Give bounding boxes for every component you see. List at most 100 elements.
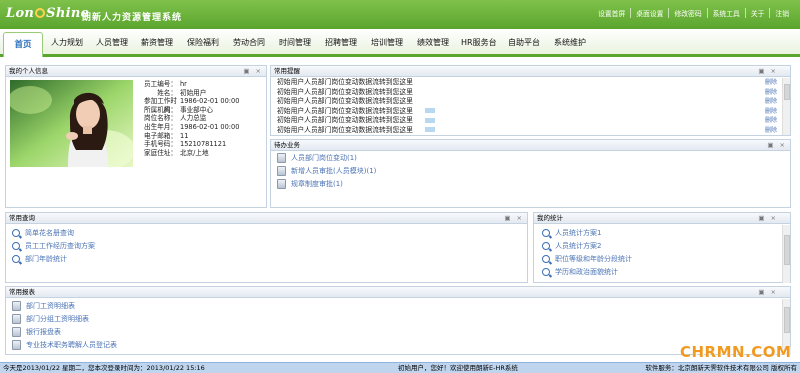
document-icon: [12, 314, 21, 324]
link-system-tools[interactable]: 系统工具: [706, 8, 745, 18]
panel-controls[interactable]: ▣ ×: [767, 141, 787, 149]
app-title: 朗新人力资源管理系统: [82, 13, 183, 23]
tab-time[interactable]: 时间管理: [279, 37, 311, 48]
logo: Lon Shine: [6, 6, 90, 21]
top-links: 设置首屏 桌面设置 修改密码 系统工具 关于 注销: [593, 8, 794, 18]
watermark: CHRMN.COM: [680, 343, 792, 361]
panel-controls[interactable]: ▣ ×: [243, 67, 263, 75]
search-icon: [12, 242, 20, 250]
search-icon: [12, 255, 20, 263]
field-name: 姓名： 初始用户: [157, 88, 207, 97]
search-icon: [542, 229, 550, 237]
tab-salary[interactable]: 薪资管理: [141, 37, 173, 48]
tab-hr-service-desk[interactable]: HR服务台: [461, 37, 497, 48]
tab-insurance[interactable]: 保险福利: [187, 37, 219, 48]
field-birth: 出生年月： 1986-02-01 00:00: [144, 122, 240, 131]
stats-scrollbar[interactable]: [782, 225, 790, 283]
link-about[interactable]: 关于: [744, 8, 770, 18]
delete-link[interactable]: 删除: [765, 78, 777, 88]
reminder-list: 初始用户人员部门岗位变动数据流转到您这里 删除 初始用户人员部门岗位变动数据流转到…: [277, 78, 777, 135]
stats-item[interactable]: 学历和政治面貌统计: [542, 267, 618, 277]
reports-panel-title: 常用报表: [9, 288, 35, 296]
panel-controls[interactable]: ▣ ×: [758, 214, 778, 222]
app-header: Lon Shine 朗新人力资源管理系统 设置首屏 桌面设置 修改密码 系统工具 …: [0, 0, 800, 29]
delete-link[interactable]: 删除: [765, 107, 777, 117]
list-item[interactable]: 初始用户人员部门岗位变动数据流转到您这里 删除: [277, 126, 777, 135]
new-badge: [424, 108, 435, 114]
link-change-password[interactable]: 修改密码: [668, 8, 706, 18]
queries-panel-title: 常用查询: [9, 214, 35, 222]
panel-controls[interactable]: ▣ ×: [758, 67, 778, 75]
status-bar: 今天是2013/01/22 星期二，您本次登录时间为：2013/01/22 15…: [0, 362, 800, 373]
search-icon: [542, 255, 550, 263]
stats-item[interactable]: 职位等级和年龄分段统计: [542, 254, 632, 264]
list-item[interactable]: 初始用户人员部门岗位变动数据流转到您这里 删除: [277, 107, 777, 117]
tab-home[interactable]: 首页: [3, 32, 43, 57]
report-item[interactable]: 专业技术职务聘解人员登记表: [12, 340, 117, 350]
tab-contracts[interactable]: 劳动合同: [233, 37, 265, 48]
delete-link[interactable]: 删除: [765, 126, 777, 135]
reminders-scrollbar[interactable]: [782, 78, 790, 135]
panel-controls[interactable]: ▣ ×: [758, 288, 778, 296]
list-item[interactable]: 初始用户人员部门岗位变动数据流转到您这里 删除: [277, 78, 777, 88]
link-desktop-settings[interactable]: 桌面设置: [630, 8, 668, 18]
stats-panel: 我的统计 ▣ × 人员统计方案1 人员统计方案2 职位等级和年龄分段统计 学历和政…: [533, 212, 791, 283]
profile-panel: 我的个人信息 ▣ × 员工编号： hr 姓名： 初始用户 参加工作时间： 1986-02…: [5, 65, 267, 208]
field-email: 电子邮箱： 11: [144, 131, 189, 140]
document-icon: [12, 327, 21, 337]
tab-self-service[interactable]: 自助平台: [508, 37, 540, 48]
todo-item[interactable]: 新增人员审批(人员模块)(1): [277, 166, 376, 176]
profile-fields: 员工编号： hr 姓名： 初始用户 参加工作时间： 1986-02-01 00:00 …: [137, 80, 265, 157]
report-item[interactable]: 银行报盘表: [12, 327, 61, 337]
list-item[interactable]: 初始用户人员部门岗位变动数据流转到您这里 删除: [277, 88, 777, 98]
search-icon: [12, 229, 20, 237]
profile-panel-title: 我的个人信息: [9, 67, 48, 75]
query-item[interactable]: 员工工作经历查询方案: [12, 241, 95, 251]
stats-item[interactable]: 人员统计方案1: [542, 228, 601, 238]
document-icon: [277, 153, 286, 163]
status-welcome: 初始用户，您好！欢迎使用朗新E-HR系统: [398, 364, 518, 372]
list-item[interactable]: 初始用户人员部门岗位变动数据流转到您这里 删除: [277, 97, 777, 107]
field-employee-id: 员工编号： hr: [144, 80, 187, 88]
document-icon: [277, 179, 286, 189]
panel-controls[interactable]: ▣ ×: [504, 214, 524, 222]
link-logout[interactable]: 注销: [769, 8, 794, 18]
document-icon: [12, 340, 21, 350]
tab-personnel[interactable]: 人员管理: [96, 37, 128, 48]
query-item[interactable]: 部门年龄统计: [12, 254, 67, 264]
tab-recruitment[interactable]: 招聘管理: [325, 37, 357, 48]
todo-panel: 待办业务 ▣ × 人员部门岗位变动(1) 新增人员审批(人员模块)(1) 规章制度…: [270, 139, 791, 208]
tab-training[interactable]: 培训管理: [371, 37, 403, 48]
stats-item[interactable]: 人员统计方案2: [542, 241, 601, 251]
main-nav: 首页 人力规划 人员管理 薪资管理 保险福利 劳动合同 时间管理 招聘管理 培训…: [0, 29, 800, 57]
queries-panel: 常用查询 ▣ × 简单花名册查询 员工工作经历查询方案 部门年龄统计: [5, 212, 528, 283]
report-item[interactable]: 部门工资明细表: [12, 301, 75, 311]
delete-link[interactable]: 删除: [765, 97, 777, 107]
tab-performance[interactable]: 绩效管理: [417, 37, 449, 48]
search-icon: [542, 242, 550, 250]
profile-photo: [10, 80, 133, 167]
query-item[interactable]: 简单花名册查询: [12, 228, 74, 238]
document-icon: [277, 166, 286, 176]
document-icon: [12, 301, 21, 311]
list-item[interactable]: 初始用户人员部门岗位变动数据流转到您这里 删除: [277, 116, 777, 126]
delete-link[interactable]: 删除: [765, 116, 777, 126]
search-icon: [542, 268, 550, 276]
new-badge: [424, 127, 435, 133]
reminders-panel-title: 常用提醒: [274, 67, 300, 75]
delete-link[interactable]: 删除: [765, 88, 777, 98]
tab-hr-planning[interactable]: 人力规划: [51, 37, 83, 48]
status-login-time: 今天是2013/01/22 星期二，您本次登录时间为：2013/01/22 15…: [3, 364, 205, 372]
field-mobile: 手机号码： 15210781121: [144, 140, 227, 149]
new-badge: [424, 117, 435, 123]
status-copyright: 软件服务：北京朗新天霁软件技术有限公司 版权所有: [645, 364, 797, 372]
field-position: 岗位名称： 人力总监: [144, 114, 207, 123]
report-item[interactable]: 部门分组工资明细表: [12, 314, 89, 324]
tab-system-maintenance[interactable]: 系统维护: [554, 37, 586, 48]
field-work-start: 参加工作时间： 1986-02-01 00:00: [144, 97, 240, 114]
link-first-screen-settings[interactable]: 设置首屏: [593, 8, 630, 18]
field-address: 家庭住址： 北京/上地: [144, 148, 209, 157]
todo-item[interactable]: 人员部门岗位变动(1): [277, 153, 357, 163]
todo-item[interactable]: 规章制度审批(1): [277, 179, 343, 189]
stats-panel-title: 我的统计: [537, 214, 563, 222]
